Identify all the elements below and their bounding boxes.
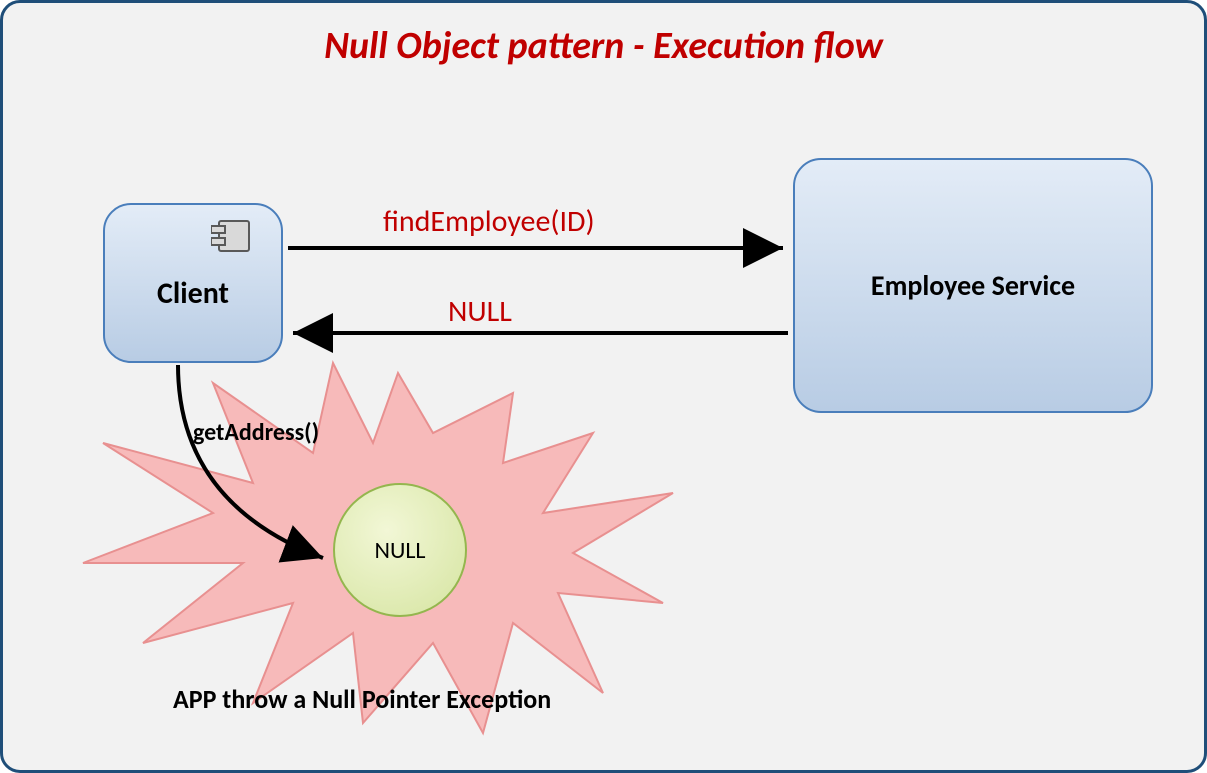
get-address-label: getAddress() bbox=[193, 418, 319, 447]
client-node: Client bbox=[103, 203, 283, 363]
diagram-title: Null Object pattern - Execution flow bbox=[3, 23, 1204, 69]
exception-label: APP throw a Null Pointer Exception bbox=[173, 683, 551, 715]
service-node: Employee Service bbox=[793, 158, 1153, 413]
diagram-canvas: Null Object pattern - Execution flow Cli… bbox=[0, 0, 1207, 773]
null-circle: NULL bbox=[333, 483, 467, 617]
null-circle-label: NULL bbox=[374, 536, 425, 565]
service-label: Employee Service bbox=[871, 268, 1075, 303]
component-icon bbox=[211, 219, 253, 255]
find-employee-label: findEmployee(ID) bbox=[383, 203, 595, 240]
null-return-label: NULL bbox=[448, 293, 512, 330]
client-label: Client bbox=[157, 275, 229, 312]
